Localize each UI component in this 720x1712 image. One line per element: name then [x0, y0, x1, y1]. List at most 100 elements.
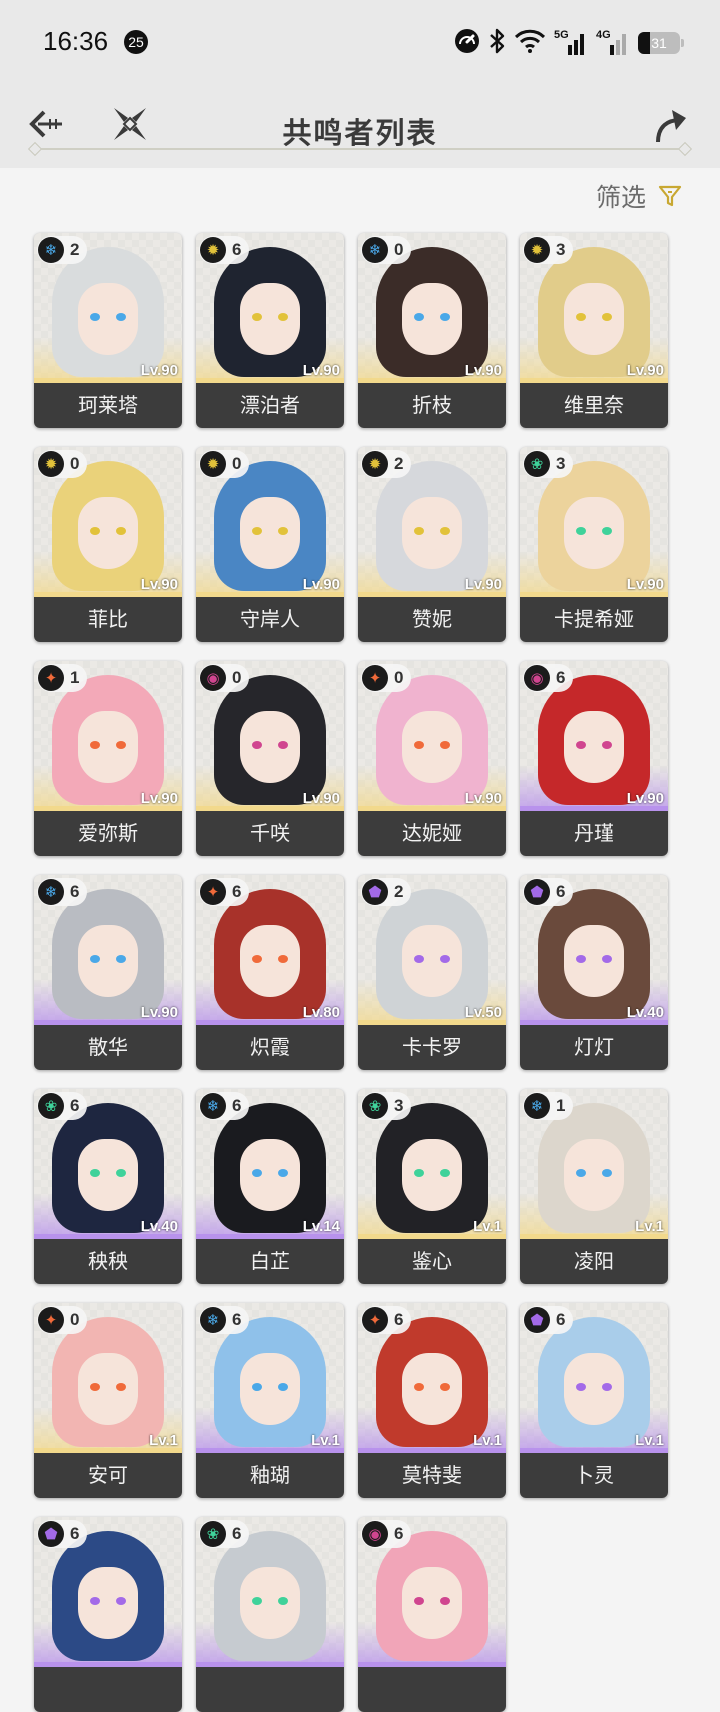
character-card[interactable]: Lv.1 ❀ 3 鉴心 — [358, 1089, 506, 1284]
filter-funnel-icon — [658, 185, 682, 207]
character-card[interactable]: Lv.90 ✹ 6 漂泊者 — [196, 233, 344, 428]
sequence-badge: ⬟ 6 — [523, 878, 574, 906]
fusion-element-icon: ✦ — [200, 879, 226, 905]
sequence-count: 0 — [232, 454, 242, 473]
character-card[interactable]: Lv.90 ❄ 0 折枝 — [358, 233, 506, 428]
glacio-element-icon: ❄ — [38, 237, 64, 263]
speedometer-icon — [454, 28, 480, 58]
havoc-element-icon: ◉ — [362, 1521, 388, 1547]
character-card[interactable]: Lv.90 ❄ 6 散华 — [34, 875, 182, 1070]
sequence-badge: ✹ 6 — [199, 236, 250, 264]
aero-element-icon: ❀ — [200, 1521, 226, 1547]
sequence-count: 6 — [70, 1096, 80, 1115]
sequence-badge: ◉ 6 — [361, 1520, 412, 1548]
character-name: 安可 — [34, 1453, 182, 1498]
character-level: Lv.90 — [464, 362, 502, 379]
share-arrow-icon — [656, 110, 686, 143]
filter-label: 筛选 — [595, 183, 646, 212]
spectro-element-icon: ✹ — [200, 451, 226, 477]
signal-5g-icon: 5G — [554, 29, 588, 57]
character-name: 卡提希娅 — [520, 597, 668, 642]
spectro-element-icon: ✹ — [200, 237, 226, 263]
fusion-element-icon: ✦ — [38, 1307, 64, 1333]
character-level: Lv.50 — [464, 1004, 502, 1021]
character-card[interactable]: Lv.90 ◉ 6 丹瑾 — [520, 661, 668, 856]
character-card[interactable]: Lv.90 ❄ 2 珂莱塔 — [34, 233, 182, 428]
sequence-badge: ⬟ 6 — [523, 1306, 574, 1334]
character-level: Lv.90 — [626, 362, 664, 379]
electro-element-icon: ⬟ — [362, 879, 388, 905]
sequence-count: 6 — [70, 882, 80, 901]
sequence-count: 6 — [70, 1524, 80, 1543]
character-card[interactable]: Lv.90 ✹ 0 守岸人 — [196, 447, 344, 642]
filter-button[interactable]: 筛选 — [596, 178, 682, 214]
character-card[interactable]: Lv.1 ❄ 6 釉瑚 — [196, 1303, 344, 1498]
sequence-badge: ❀ 6 — [199, 1520, 250, 1548]
character-level: Lv.1 — [635, 1432, 664, 1449]
sequence-count: 2 — [394, 454, 404, 473]
spectro-element-icon: ✹ — [38, 451, 64, 477]
character-name: 莫特斐 — [358, 1453, 506, 1498]
character-card[interactable]: Lv.90 ✹ 0 菲比 — [34, 447, 182, 642]
character-card[interactable]: Lv.90 ✹ 2 赞妮 — [358, 447, 506, 642]
character-level: Lv.1 — [311, 1432, 340, 1449]
signal-4g-icon: 4G — [596, 29, 630, 57]
character-card[interactable]: Lv.50 ⬟ 2 卡卡罗 — [358, 875, 506, 1070]
character-level: Lv.90 — [140, 576, 178, 593]
character-name: 卡卡罗 — [358, 1025, 506, 1070]
sequence-badge: ◉ 6 — [523, 664, 574, 692]
sequence-badge: ✦ 6 — [361, 1306, 412, 1334]
share-button[interactable] — [652, 106, 692, 146]
sequence-badge: ❄ 2 — [37, 236, 88, 264]
status-time: 16:36 — [43, 26, 109, 56]
character-card[interactable]: Lv.90 ✦ 1 爱弥斯 — [34, 661, 182, 856]
character-card[interactable]: Lv.1 ⬟ 6 卜灵 — [520, 1303, 668, 1498]
page-header: 共鸣者列表 — [0, 86, 720, 168]
character-level: Lv.90 — [302, 790, 340, 807]
character-name — [34, 1667, 182, 1712]
character-name: 灯灯 — [520, 1025, 668, 1070]
header-divider — [36, 148, 684, 150]
sequence-count: 3 — [556, 454, 566, 473]
sequence-badge: ❄ 1 — [523, 1092, 574, 1120]
character-card[interactable]: ⬟ 6 — [34, 1517, 182, 1712]
sequence-count: 0 — [394, 668, 404, 687]
character-name: 守岸人 — [196, 597, 344, 642]
character-level: Lv.80 — [302, 1004, 340, 1021]
character-card[interactable]: Lv.90 ✦ 0 达妮娅 — [358, 661, 506, 856]
sequence-badge: ❀ 3 — [361, 1092, 412, 1120]
character-card[interactable]: Lv.1 ✦ 6 莫特斐 — [358, 1303, 506, 1498]
fusion-element-icon: ✦ — [362, 665, 388, 691]
sequence-count: 6 — [556, 882, 566, 901]
sequence-count: 1 — [70, 668, 80, 687]
sequence-badge: ❄ 0 — [361, 236, 412, 264]
glacio-element-icon: ❄ — [38, 879, 64, 905]
character-level: Lv.90 — [140, 790, 178, 807]
character-card[interactable]: ◉ 6 — [358, 1517, 506, 1712]
character-card[interactable]: Lv.1 ✦ 0 安可 — [34, 1303, 182, 1498]
character-card[interactable]: Lv.1 ❄ 1 凌阳 — [520, 1089, 668, 1284]
sequence-count: 6 — [232, 1524, 242, 1543]
sequence-count: 1 — [556, 1096, 566, 1115]
character-name: 白芷 — [196, 1239, 344, 1284]
character-card[interactable]: Lv.40 ⬟ 6 灯灯 — [520, 875, 668, 1070]
character-card[interactable]: Lv.80 ✦ 6 炽霞 — [196, 875, 344, 1070]
character-card[interactable]: Lv.90 ✹ 3 维里奈 — [520, 233, 668, 428]
character-level: Lv.1 — [473, 1218, 502, 1235]
glacio-element-icon: ❄ — [200, 1307, 226, 1333]
character-name: 漂泊者 — [196, 383, 344, 428]
character-card[interactable]: ❀ 6 — [196, 1517, 344, 1712]
sequence-count: 3 — [394, 1096, 404, 1115]
sequence-badge: ✹ 3 — [523, 236, 574, 264]
glacio-element-icon: ❄ — [524, 1093, 550, 1119]
character-name: 秧秧 — [34, 1239, 182, 1284]
aero-element-icon: ❀ — [38, 1093, 64, 1119]
character-card[interactable]: Lv.14 ❄ 6 白芷 — [196, 1089, 344, 1284]
character-card[interactable]: Lv.90 ❀ 3 卡提希娅 — [520, 447, 668, 642]
sequence-count: 0 — [394, 240, 404, 259]
sequence-badge: ✦ 0 — [37, 1306, 88, 1334]
character-card[interactable]: Lv.90 ◉ 0 千咲 — [196, 661, 344, 856]
sequence-count: 0 — [70, 1310, 80, 1329]
sequence-badge: ⬟ 2 — [361, 878, 412, 906]
character-card[interactable]: Lv.40 ❀ 6 秧秧 — [34, 1089, 182, 1284]
